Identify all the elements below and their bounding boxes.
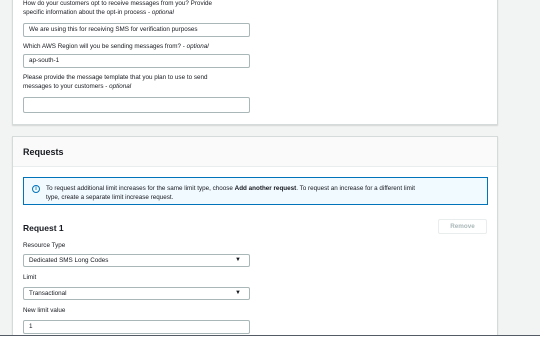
template-input[interactable] bbox=[23, 97, 250, 113]
optin-question-line2: specific information about the opt-in pr… bbox=[23, 8, 152, 16]
region-question-text: Which AWS Region will you be sending mes… bbox=[23, 43, 187, 50]
info-icon: i bbox=[32, 185, 40, 193]
new-limit-label: New limit value bbox=[23, 307, 66, 314]
optin-input[interactable]: We are using this for receiving SMS for … bbox=[23, 23, 250, 37]
template-question: Please provide the message template that… bbox=[23, 74, 263, 91]
requests-header: Requests bbox=[13, 137, 497, 167]
remove-button[interactable]: Remove bbox=[438, 219, 487, 234]
resource-type-select[interactable]: Dedicated SMS Long Codes ▼ bbox=[23, 254, 250, 267]
requests-panel: Requests i To request additional limit i… bbox=[12, 136, 498, 338]
region-input[interactable]: ap-south-1 bbox=[23, 54, 250, 68]
caret-down-icon: ▼ bbox=[235, 257, 241, 263]
info-text: To request additional limit increases fo… bbox=[46, 185, 416, 201]
caret-down-icon: ▼ bbox=[235, 290, 241, 296]
limit-select[interactable]: Transactional ▼ bbox=[23, 287, 250, 300]
optional-tag: optional bbox=[186, 43, 209, 50]
optional-tag: optional bbox=[151, 8, 174, 16]
template-question-line1: Please provide the message template that… bbox=[23, 74, 208, 81]
requests-title: Requests bbox=[23, 147, 64, 157]
resource-type-label: Resource Type bbox=[23, 242, 66, 249]
optin-question-line1: How do your customers opt to receive mes… bbox=[23, 0, 212, 7]
limit-label: Limit bbox=[23, 274, 37, 281]
add-another-request-ref: Add another request bbox=[234, 185, 297, 192]
template-question-line2: messages to your customers - bbox=[23, 82, 110, 90]
optin-question: How do your customers opt to receive mes… bbox=[23, 0, 263, 17]
optional-tag: optional bbox=[109, 82, 132, 90]
info-alert: i To request additional limit increases … bbox=[23, 177, 488, 205]
request-title: Request 1 bbox=[23, 223, 64, 233]
region-question: Which AWS Region will you be sending mes… bbox=[23, 43, 263, 52]
case-details-panel: How do your customers opt to receive mes… bbox=[12, 0, 498, 125]
new-limit-input[interactable]: 1 bbox=[23, 320, 250, 334]
limit-value: Transactional bbox=[29, 290, 67, 297]
resource-type-value: Dedicated SMS Long Codes bbox=[29, 257, 109, 264]
